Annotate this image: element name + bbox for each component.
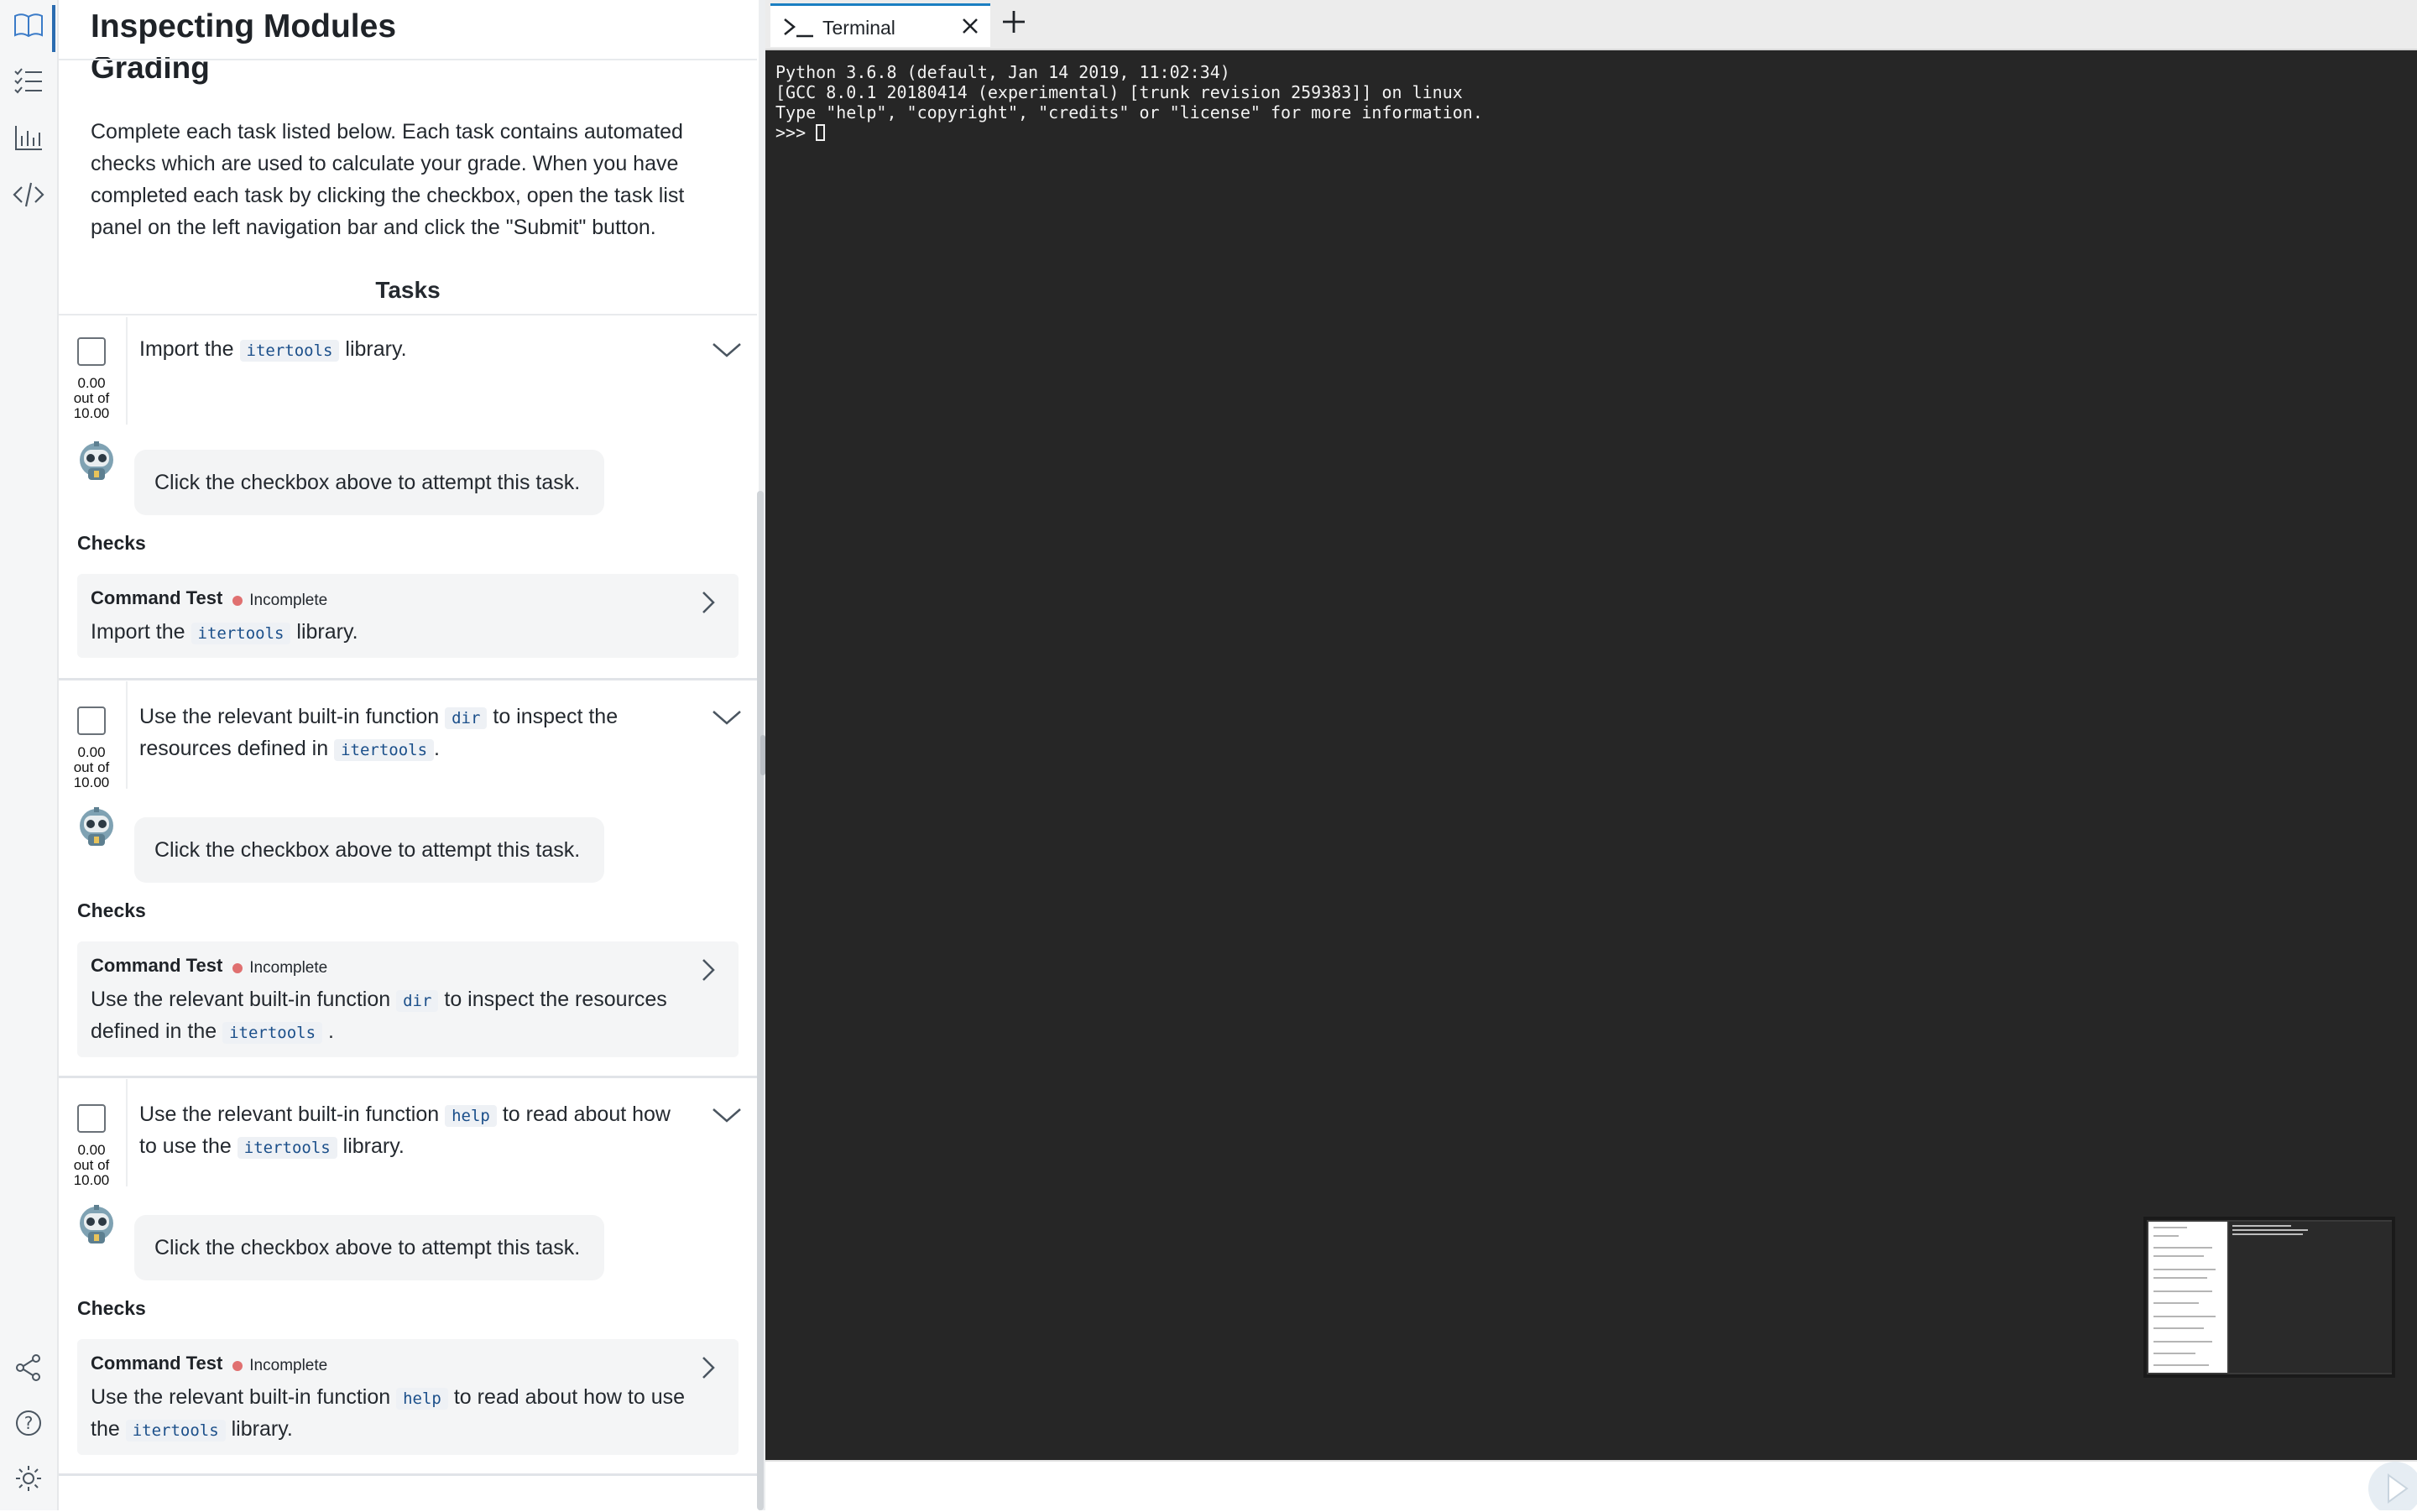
check-card[interactable]: Command Test Incomplete Use the relevant … xyxy=(77,941,739,1057)
book-open-icon[interactable] xyxy=(12,8,45,42)
code-token: itertools xyxy=(125,1419,226,1442)
check-title: Command Test xyxy=(91,955,223,976)
title-divider xyxy=(59,59,757,60)
instructions-panel: Grading Complete each task listed below.… xyxy=(59,0,757,1510)
robot-avatar-icon xyxy=(80,1205,113,1243)
share-icon[interactable] xyxy=(12,1351,45,1384)
task-checkbox[interactable] xyxy=(77,1104,106,1133)
task-item: 0.00 out of 10.00 Use the relevant built-i… xyxy=(59,681,757,1076)
code-token: dir xyxy=(396,989,439,1012)
add-tab-icon[interactable] xyxy=(1000,8,1027,35)
check-description: Use the relevant built-in function dir t… xyxy=(91,987,667,1044)
code-icon[interactable] xyxy=(12,178,45,211)
task-separator xyxy=(59,678,757,680)
preview-right-pane xyxy=(2229,1222,2392,1373)
terminal-prompt-icon xyxy=(784,18,813,38)
check-title: Command Test xyxy=(91,1353,223,1374)
close-icon[interactable] xyxy=(960,16,980,36)
panel-scrollbar[interactable] xyxy=(757,491,764,1510)
tasks-heading: Tasks xyxy=(375,277,441,303)
chevron-right-icon[interactable] xyxy=(700,957,717,983)
page-title: Inspecting Modules xyxy=(91,8,397,44)
tasks-divider xyxy=(59,314,757,315)
title-bar: Inspecting Modules xyxy=(59,0,757,57)
code-token: itertools xyxy=(239,340,340,362)
check-status: Incomplete xyxy=(249,958,328,977)
task-list-icon[interactable] xyxy=(12,64,45,97)
status-dot xyxy=(232,962,243,973)
check-title: Command Test xyxy=(91,587,223,608)
task-item: 0.00 out of 10.00 Use the relevant built-i… xyxy=(59,1079,757,1473)
preview-left-pane xyxy=(2148,1222,2227,1373)
task-item: 0.00 out of 10.00 Import the itertools lib… xyxy=(59,317,757,678)
status-dot xyxy=(232,1360,243,1371)
code-token: itertools xyxy=(334,739,435,761)
tab-label: Terminal xyxy=(822,17,895,39)
left-nav-rail: ? xyxy=(0,0,59,1510)
code-token: dir xyxy=(445,707,488,729)
task-rule xyxy=(126,681,128,789)
status-dot xyxy=(232,595,243,606)
chevron-right-icon[interactable] xyxy=(700,1354,717,1381)
task-checkbox[interactable] xyxy=(77,706,106,735)
chevron-down-icon[interactable] xyxy=(710,341,744,361)
play-button-icon[interactable] xyxy=(2362,1460,2417,1510)
robot-avatar-icon xyxy=(80,807,113,846)
terminal-line: Type "help", "copyright", "credits" or "… xyxy=(775,102,1483,123)
check-status: Incomplete xyxy=(249,591,328,609)
task-score: 0.00 out of 10.00 xyxy=(73,1142,110,1188)
check-card[interactable]: Command Test Incomplete Use the relevant … xyxy=(77,1339,739,1455)
robot-avatar-icon xyxy=(80,441,113,480)
task-separator xyxy=(59,1473,757,1476)
task-hint-bubble: Click the checkbox above to attempt this… xyxy=(134,1215,604,1280)
terminal-tab-bar: Terminal xyxy=(765,0,2417,50)
chevron-down-icon[interactable] xyxy=(710,708,744,728)
task-rule xyxy=(126,317,128,425)
code-token: itertools xyxy=(191,622,291,644)
code-token: help xyxy=(396,1387,448,1410)
code-token: itertools xyxy=(222,1021,323,1044)
check-card[interactable]: Command Test Incomplete Import the iterto… xyxy=(77,574,739,658)
task-hint-bubble: Click the checkbox above to attempt this… xyxy=(134,450,604,515)
chevron-right-icon[interactable] xyxy=(700,589,717,616)
terminal-output: Python 3.6.8 (default, Jan 14 2019, 11:0… xyxy=(775,62,1483,143)
checks-label: Checks xyxy=(77,1297,146,1319)
bar-chart-icon[interactable] xyxy=(12,121,45,154)
checks-label: Checks xyxy=(77,532,146,554)
terminal-cursor xyxy=(816,124,826,141)
check-description: Import the itertools library. xyxy=(91,619,358,644)
task-hint-bubble: Click the checkbox above to attempt this… xyxy=(134,817,604,883)
active-indicator xyxy=(52,5,55,52)
settings-icon[interactable] xyxy=(12,1462,45,1495)
terminal-prompt: >>> xyxy=(775,123,817,143)
check-description: Use the relevant built-in function help … xyxy=(91,1384,686,1442)
checks-label: Checks xyxy=(77,899,146,921)
terminal-line: [GCC 8.0.1 20180414 (experimental) [trun… xyxy=(775,82,1463,102)
svg-text:?: ? xyxy=(24,1413,34,1433)
screen-preview-thumbnail[interactable] xyxy=(2143,1217,2395,1378)
task-score: 0.00 out of 10.00 xyxy=(73,744,110,790)
grading-intro: Complete each task listed below. Each ta… xyxy=(91,120,685,239)
tab-terminal[interactable]: Terminal xyxy=(770,3,990,47)
code-token: itertools xyxy=(237,1137,337,1159)
code-token: help xyxy=(445,1105,497,1127)
task-score: 0.00 out of 10.00 xyxy=(73,375,110,421)
task-description: Use the relevant built-in function help … xyxy=(139,1103,671,1159)
task-description: Import the itertools library. xyxy=(139,337,407,362)
help-icon[interactable]: ? xyxy=(12,1406,45,1440)
terminal-footer xyxy=(765,1460,2417,1512)
task-checkbox[interactable] xyxy=(77,337,106,366)
task-description: Use the relevant built-in function dir t… xyxy=(139,705,619,761)
check-status: Incomplete xyxy=(249,1356,328,1374)
task-separator xyxy=(59,1076,757,1078)
task-rule xyxy=(126,1079,128,1186)
chevron-down-icon[interactable] xyxy=(710,1106,744,1126)
terminal-line: Python 3.6.8 (default, Jan 14 2019, 11:0… xyxy=(775,62,1230,82)
